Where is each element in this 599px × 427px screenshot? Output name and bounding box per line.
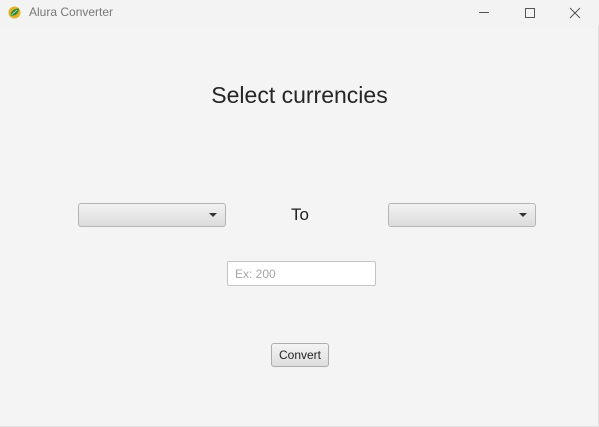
chevron-down-icon: [209, 213, 217, 217]
to-currency-select[interactable]: [388, 203, 536, 227]
from-currency-select[interactable]: [78, 203, 226, 227]
leaf-icon: [8, 6, 21, 19]
maximize-icon: [525, 8, 535, 18]
close-icon: [569, 7, 581, 19]
window-title: Alura Converter: [29, 5, 114, 19]
to-label: To: [291, 205, 309, 224]
app-window: Alura Converter Select currencies To Con…: [0, 0, 599, 427]
title-bar[interactable]: Alura Converter: [0, 0, 599, 26]
page-title: Select currencies: [211, 82, 388, 108]
minimize-icon: [479, 12, 489, 13]
minimize-button[interactable]: [461, 0, 507, 26]
close-button[interactable]: [552, 0, 598, 26]
chevron-down-icon: [519, 213, 527, 217]
amount-input[interactable]: [227, 261, 376, 286]
convert-button[interactable]: Convert: [271, 343, 329, 367]
maximize-button[interactable]: [507, 0, 553, 26]
